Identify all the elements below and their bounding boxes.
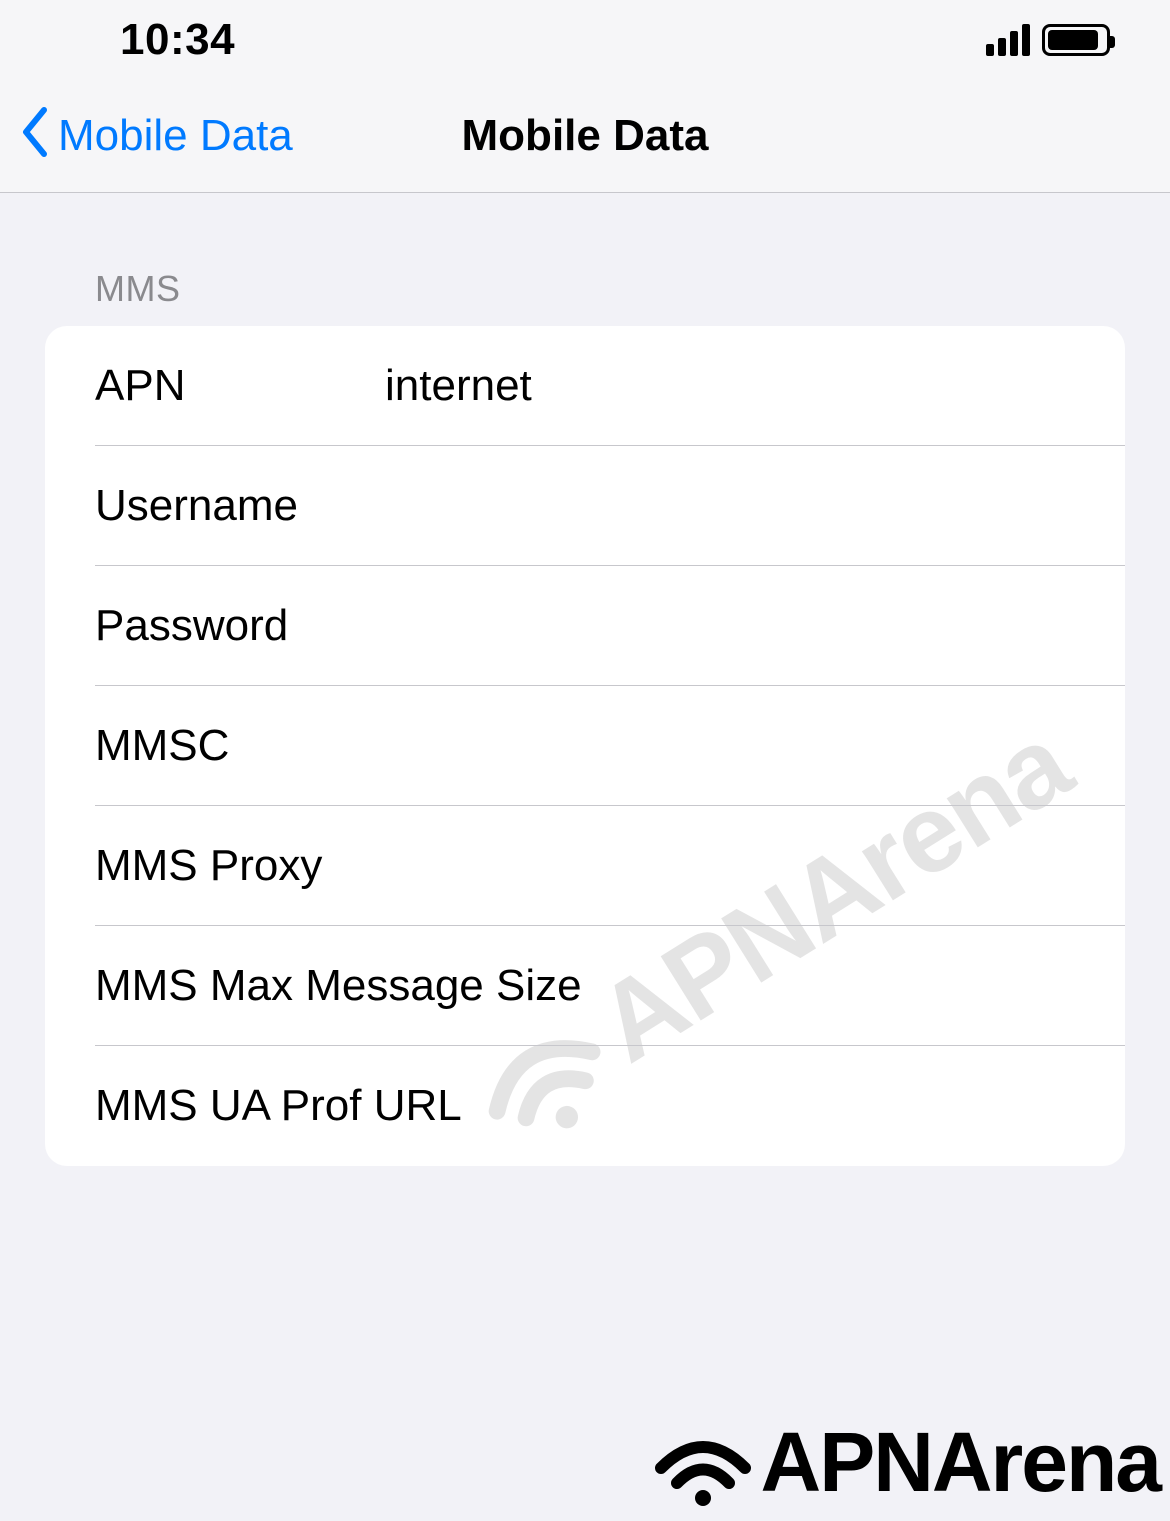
cellular-signal-icon bbox=[986, 24, 1030, 56]
label-mms-proxy: MMS Proxy bbox=[95, 841, 322, 891]
row-mms-proxy[interactable]: MMS Proxy bbox=[45, 806, 1125, 926]
row-username[interactable]: Username bbox=[45, 446, 1125, 566]
brand-logo: APNArena bbox=[653, 1414, 1160, 1511]
battery-icon bbox=[1042, 24, 1110, 56]
chevron-left-icon bbox=[20, 106, 48, 167]
settings-group: APN Username Password MMSC MMS Proxy MMS… bbox=[45, 326, 1125, 1166]
row-mmsc[interactable]: MMSC bbox=[45, 686, 1125, 806]
row-mms-max-size[interactable]: MMS Max Message Size bbox=[45, 926, 1125, 1046]
row-apn[interactable]: APN bbox=[45, 326, 1125, 446]
label-username: Username bbox=[95, 481, 385, 531]
input-apn[interactable] bbox=[385, 326, 1125, 446]
row-mms-ua-prof[interactable]: MMS UA Prof URL bbox=[45, 1046, 1125, 1166]
content: APNArena MMS APN Username Password MMSC … bbox=[0, 193, 1170, 1166]
back-button[interactable]: Mobile Data bbox=[20, 106, 293, 167]
input-mms-max-size[interactable] bbox=[582, 926, 1125, 1046]
status-indicators bbox=[986, 24, 1110, 56]
label-mms-ua-prof: MMS UA Prof URL bbox=[95, 1081, 462, 1131]
input-mms-proxy[interactable] bbox=[322, 806, 1125, 926]
nav-bar: Mobile Data Mobile Data bbox=[0, 80, 1170, 193]
label-mms-max-size: MMS Max Message Size bbox=[95, 961, 582, 1011]
input-password[interactable] bbox=[385, 566, 1125, 686]
section-header-mms: MMS bbox=[45, 193, 1125, 326]
status-time: 10:34 bbox=[120, 15, 235, 65]
input-username[interactable] bbox=[385, 446, 1125, 566]
brand-text: APNArena bbox=[761, 1414, 1160, 1511]
input-mmsc[interactable] bbox=[385, 686, 1125, 806]
label-apn: APN bbox=[95, 361, 385, 411]
status-bar: 10:34 bbox=[0, 0, 1170, 80]
label-mmsc: MMSC bbox=[95, 721, 385, 771]
wifi-icon bbox=[653, 1418, 753, 1508]
label-password: Password bbox=[95, 601, 385, 651]
input-mms-ua-prof[interactable] bbox=[462, 1046, 1125, 1166]
row-password[interactable]: Password bbox=[45, 566, 1125, 686]
back-button-label: Mobile Data bbox=[58, 111, 293, 161]
